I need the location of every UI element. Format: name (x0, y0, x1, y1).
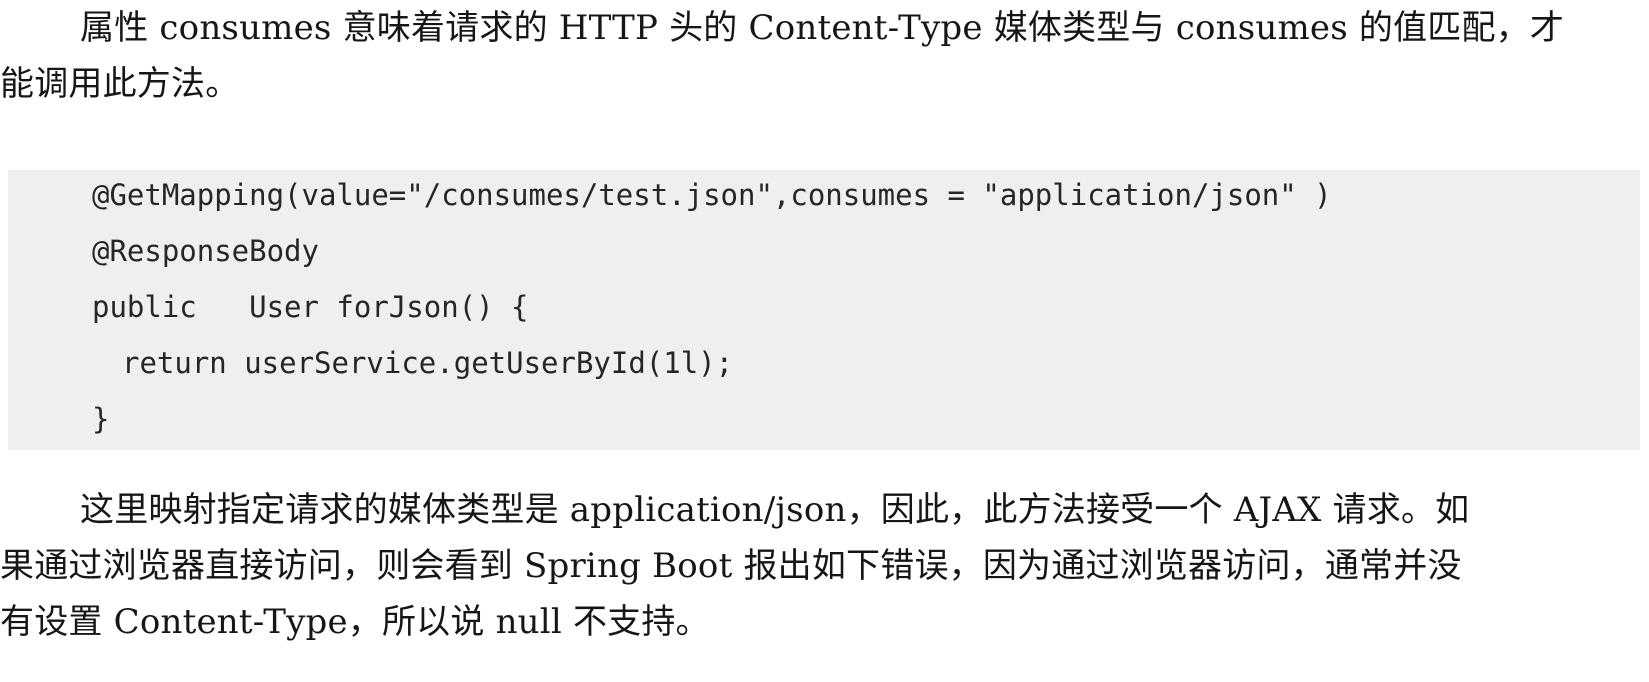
paragraph-line: 果通过浏览器直接访问，则会看到 Spring Boot 报出如下错误，因为通过浏… (0, 546, 1462, 586)
paragraph-line: 这里映射指定请求的媒体类型是 application/json，因此，此方法接受… (80, 490, 1470, 530)
paragraph-consumes-description: 属性 consumes 意味着请求的 HTTP 头的 Content-Type … (0, 0, 1649, 112)
paragraph-media-type-explanation: 这里映射指定请求的媒体类型是 application/json，因此，此方法接受… (0, 482, 1649, 650)
code-line-annotation-getmapping: @GetMapping(value="/consumes/test.json",… (92, 178, 1332, 212)
document-page: 属性 consumes 意味着请求的 HTTP 头的 Content-Type … (0, 0, 1649, 682)
paragraph-line: 有设置 Content-Type，所以说 null 不支持。 (0, 602, 710, 642)
code-line-annotation-responsebody: @ResponseBody (92, 234, 319, 268)
code-block: @GetMapping(value="/consumes/test.json",… (8, 170, 1640, 450)
paragraph-line: 能调用此方法。 (0, 64, 240, 104)
paragraph-line: 属性 consumes 意味着请求的 HTTP 头的 Content-Type … (80, 8, 1565, 48)
code-line-method-signature: public User forJson() { (92, 290, 529, 324)
code-line-closing-brace: } (92, 402, 110, 436)
code-line-return-statement: return userService.getUserById(1l); (122, 346, 734, 380)
